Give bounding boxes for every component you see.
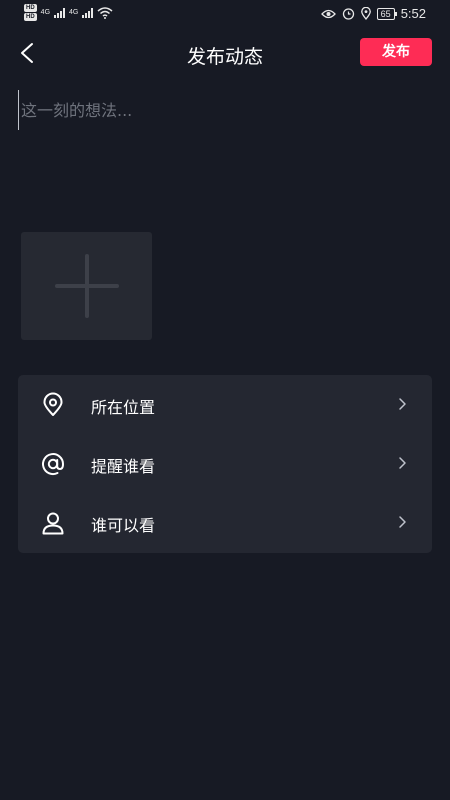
location-pin-icon (43, 392, 63, 416)
plus-icon (85, 254, 89, 318)
mention-setting-row[interactable]: 提醒谁看 (18, 434, 432, 493)
battery-indicator: 65 (376, 7, 397, 20)
at-sign-icon (42, 453, 65, 476)
mention-setting-label: 提醒谁看 (91, 457, 156, 476)
chevron-right-icon (399, 398, 406, 410)
network-type-label: 4G (40, 8, 51, 16)
clock-time: 5:52 (400, 6, 426, 21)
chevron-right-icon (399, 516, 406, 528)
status-right: 65 5:52 (320, 6, 426, 21)
location-setting-label: 所在位置 (91, 398, 156, 417)
publish-button[interactable]: 发布 (360, 38, 432, 66)
hd-badge: HD (24, 4, 37, 12)
chevron-right-icon (399, 457, 406, 469)
location-status-icon (360, 7, 371, 20)
visibility-setting-label: 谁可以看 (91, 516, 156, 535)
post-text-input[interactable] (18, 90, 431, 130)
network-type-label: 4G (69, 8, 79, 16)
visibility-setting-row[interactable]: 谁可以看 (18, 493, 432, 552)
hd-badge: HD (24, 13, 37, 21)
signal-icon (82, 7, 94, 18)
post-settings-card: 所在位置 提醒谁看 谁可以看 (18, 375, 432, 553)
signal-icon (54, 7, 66, 18)
status-left: HD HD 4G 4G (24, 4, 113, 21)
alarm-icon (342, 8, 354, 20)
location-setting-row[interactable]: 所在位置 (18, 375, 432, 434)
eye-icon (320, 9, 336, 18)
user-icon (42, 512, 64, 535)
wifi-icon (97, 6, 113, 19)
add-media-button[interactable] (21, 232, 152, 340)
status-bar: HD HD 4G 4G 65 5:52 (0, 0, 450, 28)
